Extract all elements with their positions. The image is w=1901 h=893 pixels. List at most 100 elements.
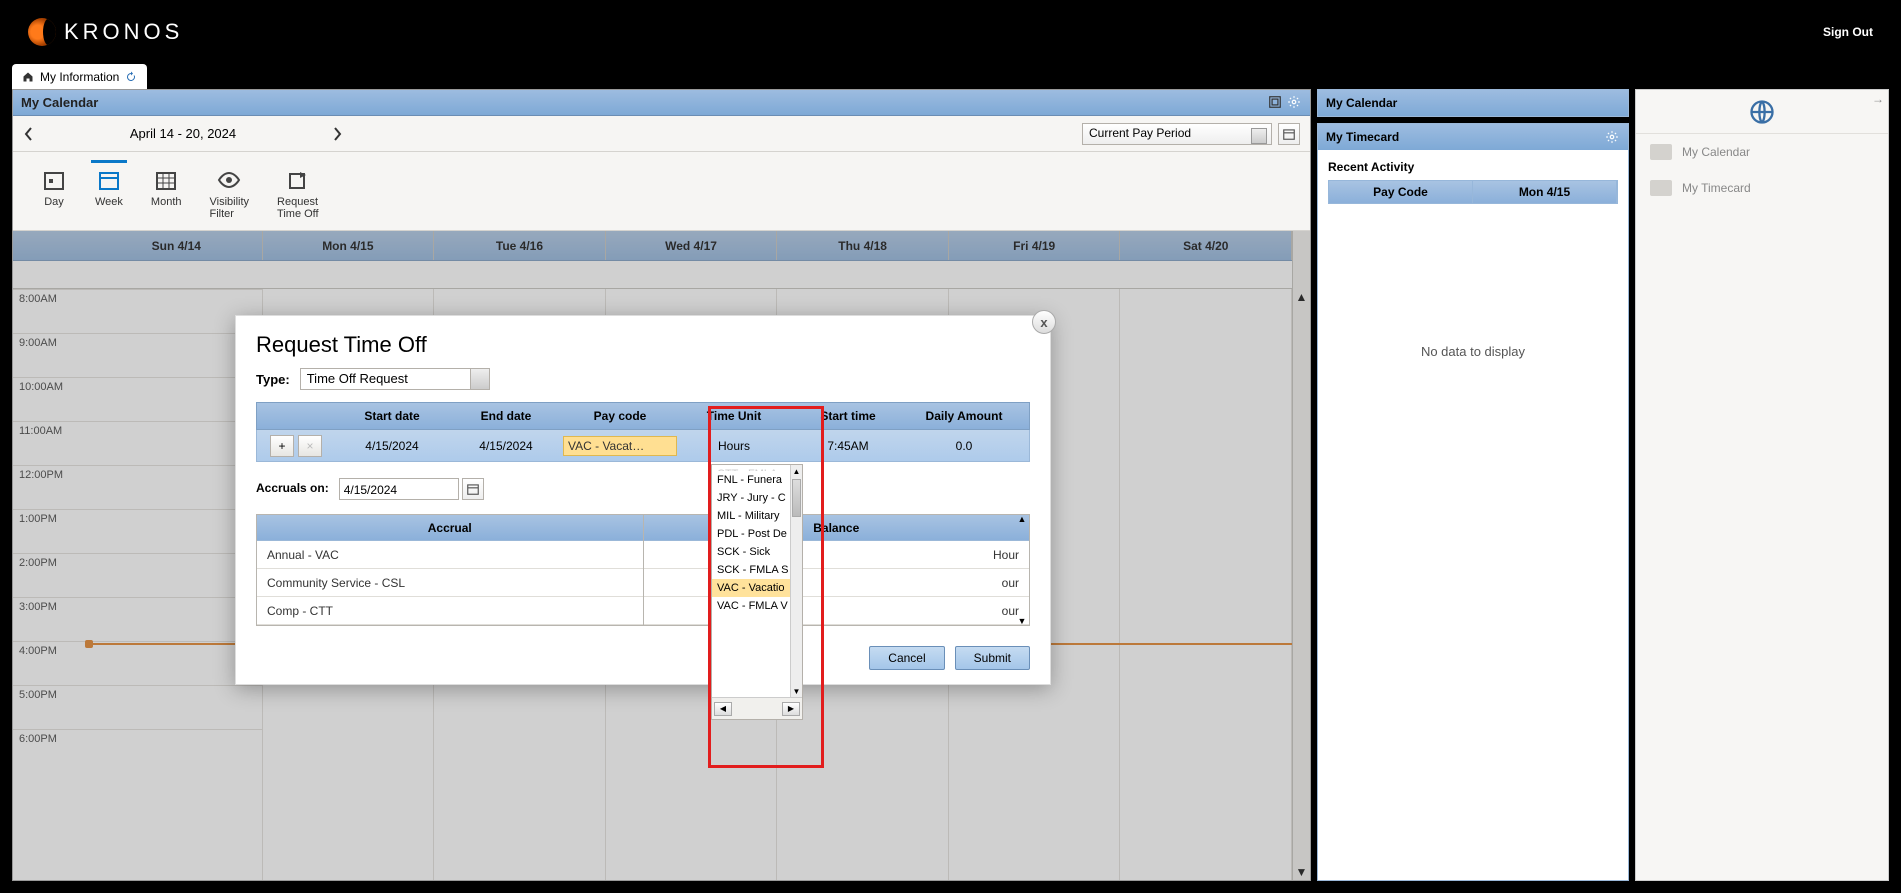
pay-code-option[interactable]: SCK - FMLA S (712, 561, 802, 579)
start-time-cell[interactable]: 7:45AM (791, 439, 905, 453)
scroll-left-icon[interactable]: ◀ (714, 702, 732, 716)
calendar-shortcut-icon (1650, 144, 1672, 160)
panel-title: My Calendar (21, 95, 98, 110)
accrual-column-header: Accrual (257, 515, 643, 541)
tab-my-information[interactable]: My Information (12, 64, 147, 89)
add-row-button[interactable]: + (270, 435, 294, 457)
gear-icon[interactable] (1286, 94, 1302, 110)
accrual-row: Community Service - CSL (257, 569, 643, 597)
balance-row: our (644, 597, 1030, 625)
day-icon (41, 168, 67, 192)
collapse-arrow-icon[interactable]: → (1872, 92, 1884, 106)
mini-calendar-title: My Calendar (1326, 96, 1397, 110)
pay-code-option[interactable]: JRY - Jury - C (712, 489, 802, 507)
visibility-filter-button[interactable]: Visibility Filter (210, 168, 250, 220)
globe-icon[interactable] (1748, 98, 1776, 126)
refresh-icon[interactable] (125, 71, 137, 83)
pay-period-select[interactable]: Current Pay Period (1082, 123, 1272, 145)
scroll-up-icon[interactable]: ▲ (1018, 514, 1027, 524)
accruals-date-picker-button[interactable] (462, 478, 484, 500)
calendar-nav-bar: April 14 - 20, 2024 Current Pay Period (13, 116, 1310, 152)
week-view-button[interactable]: Week (95, 168, 123, 220)
submit-button[interactable]: Submit (955, 646, 1030, 670)
quick-links-panel: → My Calendar My Timecard (1635, 89, 1889, 881)
pay-code-option[interactable]: MIL - Military (712, 507, 802, 525)
type-field-label: Type: (256, 372, 290, 387)
pay-code-option-selected[interactable]: VAC - Vacatio (712, 579, 802, 597)
pay-code-option[interactable]: FNL - Funera (712, 471, 802, 489)
tab-label: My Information (40, 70, 119, 84)
time-column: 8:00AM 9:00AM 10:00AM 11:00AM 12:00PM 1:… (13, 289, 91, 880)
month-icon (153, 168, 179, 192)
day-view-button[interactable]: Day (41, 168, 67, 220)
no-data-message: No data to display (1328, 204, 1618, 359)
dialog-title: Request Time Off (236, 316, 1050, 368)
start-date-cell[interactable]: 4/15/2024 (335, 439, 449, 453)
request-time-off-dialog: x Request Time Off Type: Time Off Reques… (235, 315, 1051, 685)
scroll-thumb[interactable] (792, 479, 801, 517)
main-calendar-panel: My Calendar April 14 - 20, 2024 Current … (12, 89, 1311, 881)
cancel-button[interactable]: Cancel (869, 646, 944, 670)
right-column: My Calendar My Timecard Recent Activity … (1317, 89, 1629, 881)
accrual-balance-table: Accrual Annual - VAC Community Service -… (256, 514, 1030, 626)
sign-out-link[interactable]: Sign Out (1823, 25, 1873, 39)
end-date-cell[interactable]: 4/15/2024 (449, 439, 563, 453)
quick-link-timecard[interactable]: My Timecard (1636, 170, 1888, 206)
daily-amount-cell[interactable]: 0.0 (905, 439, 1023, 453)
dropdown-hscroll[interactable]: ◀ ▶ (712, 697, 802, 719)
close-dialog-button[interactable]: x (1032, 310, 1056, 334)
accrual-row: Annual - VAC (257, 541, 643, 569)
day-header-fri: Fri 4/19 (949, 231, 1121, 260)
pay-code-dropdown[interactable]: CTT - FMLA FNL - Funera JRY - Jury - C M… (711, 464, 803, 720)
request-time-off-button[interactable]: Request Time Off (277, 168, 319, 220)
month-view-button[interactable]: Month (151, 168, 182, 220)
balance-column-header: Balance (644, 515, 1030, 541)
accrual-row: Comp - CTT (257, 597, 643, 625)
type-select[interactable]: Time Off Request (300, 368, 490, 390)
day-header-sun: Sun 4/14 (91, 231, 263, 260)
scroll-up-icon[interactable]: ▲ (1294, 289, 1310, 305)
mini-calendar-panel: My Calendar (1317, 89, 1629, 117)
gear-icon[interactable] (1604, 129, 1620, 145)
calendar-picker-button[interactable] (1278, 123, 1300, 145)
eye-icon (216, 168, 242, 192)
dropdown-vscroll[interactable]: ▲ ▼ (790, 465, 802, 697)
week-icon (96, 168, 122, 192)
view-button-bar: Day Week Month Visibility Filter Request… (13, 152, 1310, 231)
top-bar: KRONOS Sign Out (0, 0, 1901, 64)
scroll-right-icon[interactable]: ▶ (782, 702, 800, 716)
pay-code-option[interactable]: PDL - Post De (712, 525, 802, 543)
pay-code-cell[interactable]: VAC - Vacat… (563, 436, 677, 456)
brand-logo: KRONOS (28, 18, 183, 46)
accrual-scrollbar[interactable]: ▲ ▼ (1013, 514, 1031, 626)
brand-logo-icon (28, 18, 56, 46)
next-range-button[interactable] (331, 127, 343, 141)
timecard-panel: My Timecard Recent Activity Pay Code Mon… (1317, 123, 1629, 881)
home-icon (22, 71, 34, 83)
day-header-mon: Mon 4/15 (263, 231, 435, 260)
scroll-down-icon[interactable]: ▼ (1018, 616, 1027, 626)
accruals-date-input[interactable]: 4/15/2024 (339, 478, 459, 500)
tab-strip: My Information (0, 64, 1901, 89)
accruals-on-label: Accruals on: (256, 481, 329, 495)
popout-icon[interactable] (1267, 94, 1283, 110)
prev-range-button[interactable] (23, 127, 35, 141)
pay-code-option[interactable]: SCK - Sick (712, 543, 802, 561)
date-range-label: April 14 - 20, 2024 (90, 126, 276, 141)
workspace: My Calendar April 14 - 20, 2024 Current … (12, 89, 1889, 881)
timecard-shortcut-icon (1650, 180, 1672, 196)
request-table-row[interactable]: + × 4/15/2024 4/15/2024 VAC - Vacat… Hou… (256, 430, 1030, 462)
day-header-sat: Sat 4/20 (1120, 231, 1292, 260)
calendar-scrollbar[interactable]: ▲ ▼ (1292, 289, 1310, 880)
balance-row: our (644, 569, 1030, 597)
request-table-header: Start date End date Pay code Time Unit S… (256, 402, 1030, 430)
scroll-up-icon[interactable]: ▲ (791, 465, 802, 477)
scroll-down-icon[interactable]: ▼ (1294, 864, 1310, 880)
scroll-down-icon[interactable]: ▼ (791, 685, 802, 697)
brand-name: KRONOS (64, 19, 183, 45)
quick-link-calendar[interactable]: My Calendar (1636, 134, 1888, 170)
pay-code-option[interactable]: VAC - FMLA V (712, 597, 802, 615)
time-unit-cell[interactable]: Hours (677, 439, 791, 453)
remove-row-button[interactable]: × (298, 435, 322, 457)
panel-header: My Calendar (13, 90, 1310, 116)
